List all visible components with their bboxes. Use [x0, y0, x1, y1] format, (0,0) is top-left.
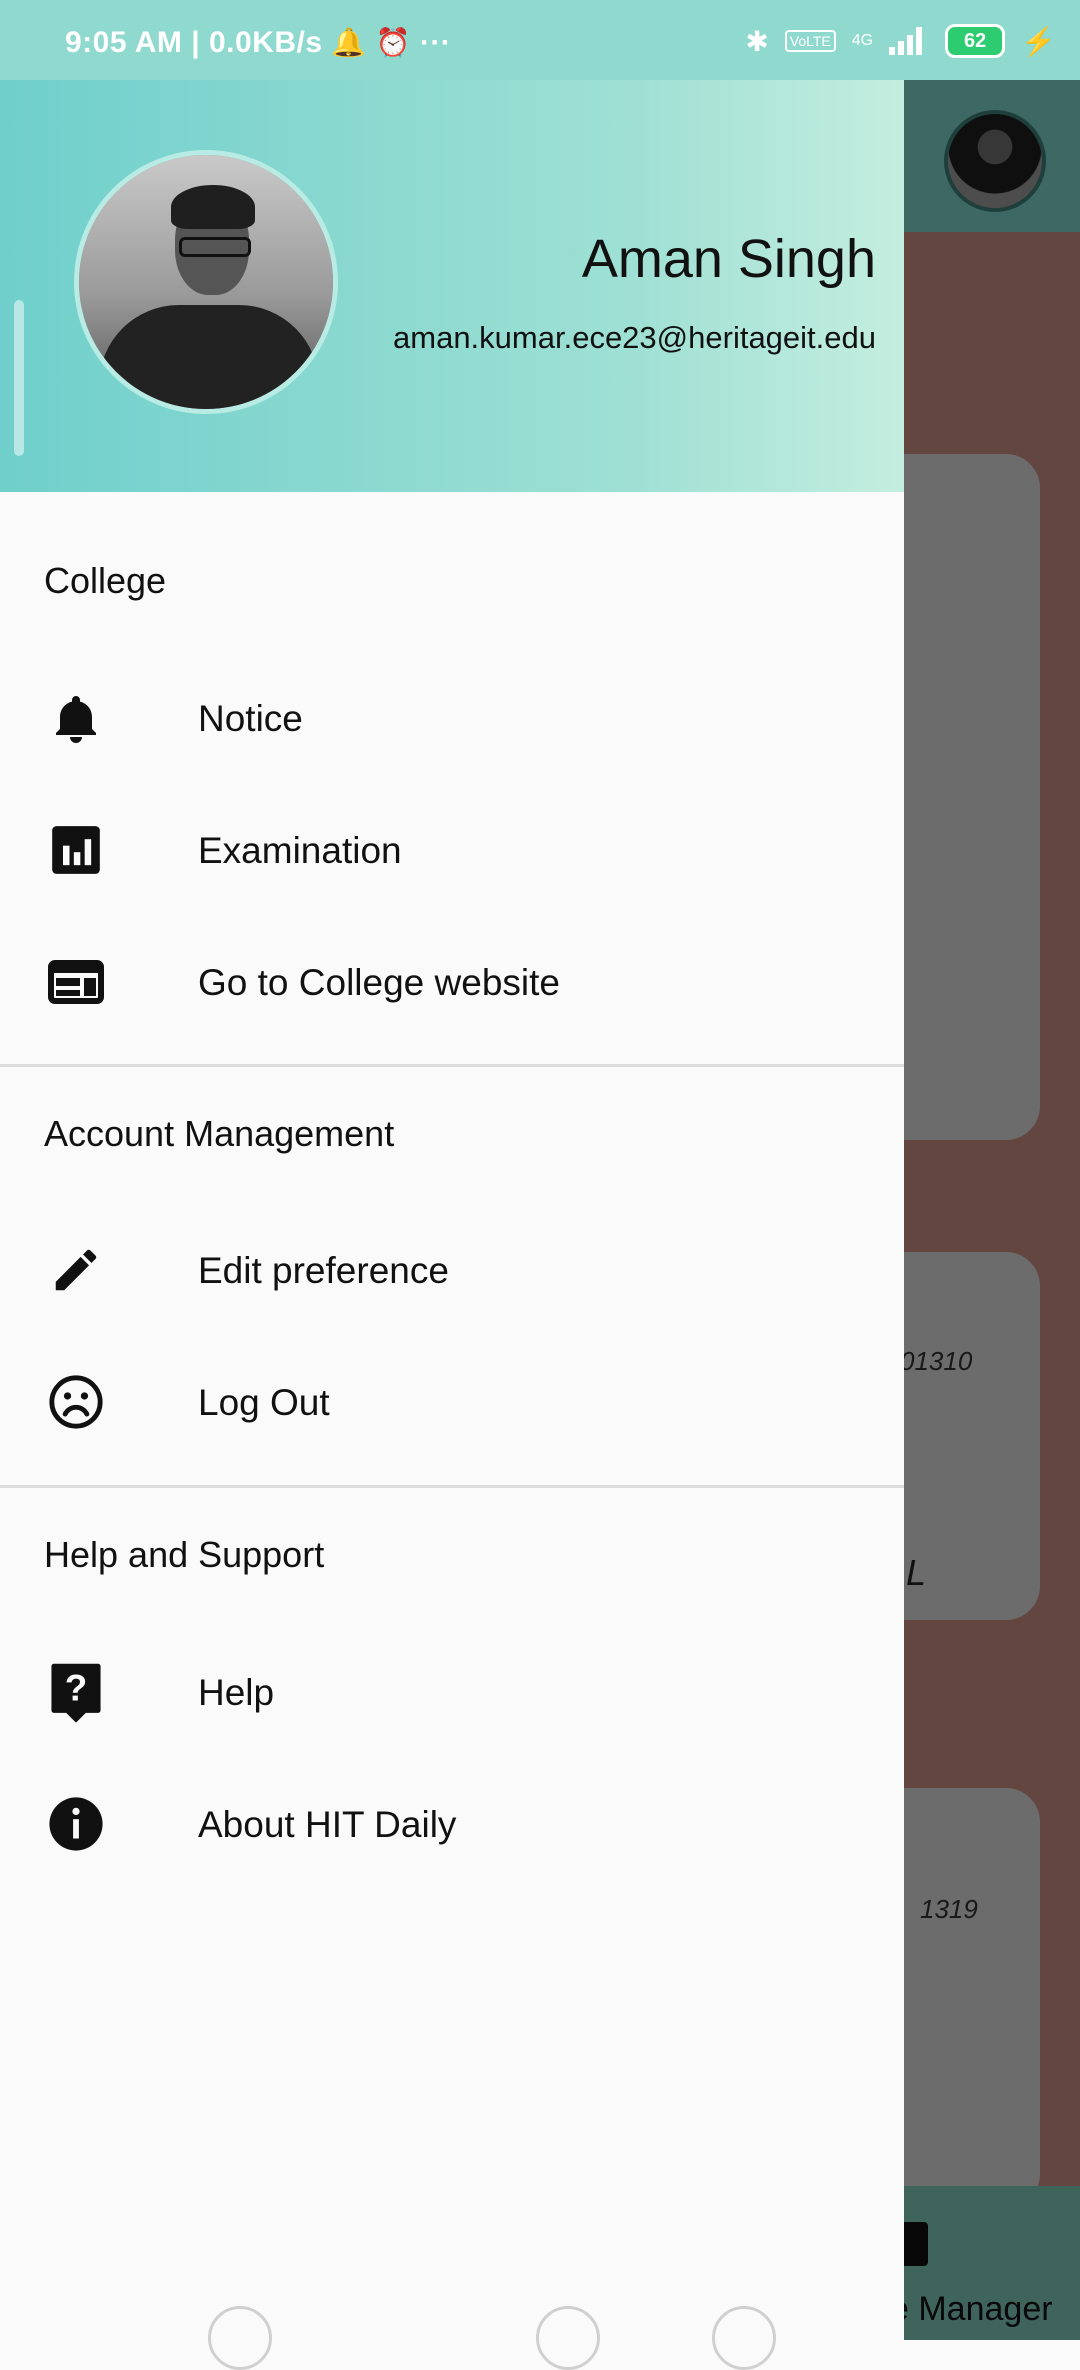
menu-item-label: Go to College website	[198, 962, 560, 1003]
bell-icon	[46, 688, 106, 748]
profile-avatar[interactable]	[74, 150, 338, 414]
nav-hint-recent[interactable]	[208, 2306, 272, 2370]
alarm-icon: ⏰	[375, 27, 411, 58]
sad-face-icon	[46, 1372, 106, 1432]
menu-item-label: Notice	[198, 698, 303, 739]
signal-icon	[889, 27, 929, 55]
avatar-glasses	[179, 237, 251, 257]
menu-item-edit-preference[interactable]: Edit preference	[0, 1206, 904, 1326]
section-title-account: Account Management	[44, 1113, 395, 1154]
menu-item-label: Log Out	[198, 1382, 330, 1423]
user-email: aman.kumar.ece23@heritageit.edu	[393, 320, 876, 355]
drawer-header: Aman Singh aman.kumar.ece23@heritageit.e…	[0, 80, 904, 492]
menu-item-label: Examination	[198, 830, 402, 871]
more-notifications: ···	[419, 26, 452, 59]
battery-icon: 62	[945, 24, 1006, 58]
status-bar-right: ✱ VoLTE 4G 62 ⚡	[745, 24, 1056, 58]
user-name: Aman Singh	[581, 229, 876, 289]
bluetooth-icon: ✱	[745, 25, 769, 57]
nav-hint-back[interactable]	[712, 2306, 776, 2370]
status-bar: 9:05 AM | 0.0KB/s 🔔 ⏰ ··· ✱ VoLTE 4G 62 …	[0, 0, 1080, 80]
help-icon: ?	[46, 1662, 106, 1723]
battery-level: 62	[964, 29, 987, 52]
status-time-speed: 9:05 AM | 0.0KB/s	[65, 26, 323, 59]
menu-item-label: Help	[198, 1672, 275, 1713]
avatar-body	[99, 305, 319, 409]
svg-text:?: ?	[65, 1668, 87, 1709]
web-icon	[46, 952, 106, 1012]
section-divider	[0, 1485, 904, 1488]
nav-hint-home[interactable]	[536, 2306, 600, 2370]
network-type: 4G	[851, 32, 874, 49]
section-title-help: Help and Support	[44, 1534, 325, 1575]
info-icon	[46, 1794, 106, 1854]
menu-item-about[interactable]: About HIT Daily	[0, 1760, 904, 1880]
menu-item-examination[interactable]: Examination	[0, 786, 904, 906]
pencil-icon	[46, 1240, 106, 1300]
charging-icon: ⚡	[1021, 25, 1056, 57]
drawer-edge-handle	[14, 300, 24, 456]
menu-item-college-website[interactable]: Go to College website	[0, 918, 904, 1038]
menu-item-label: Edit preference	[198, 1250, 449, 1291]
menu-item-notice[interactable]: Notice	[0, 654, 904, 774]
section-divider	[0, 1064, 904, 1067]
navigation-drawer: Aman Singh aman.kumar.ece23@heritageit.e…	[0, 0, 904, 2340]
menu-item-help[interactable]: ? Help	[0, 1628, 904, 1748]
notification-bell-icon: 🔔	[331, 27, 367, 58]
avatar-hair	[171, 185, 255, 229]
volte-badge: VoLTE	[784, 30, 836, 52]
menu-item-log-out[interactable]: Log Out	[0, 1338, 904, 1458]
menu-item-label: About HIT Daily	[198, 1804, 457, 1845]
bar-chart-icon	[46, 820, 106, 880]
status-bar-left: 9:05 AM | 0.0KB/s 🔔 ⏰ ···	[65, 26, 451, 60]
section-title-college: College	[44, 560, 167, 601]
